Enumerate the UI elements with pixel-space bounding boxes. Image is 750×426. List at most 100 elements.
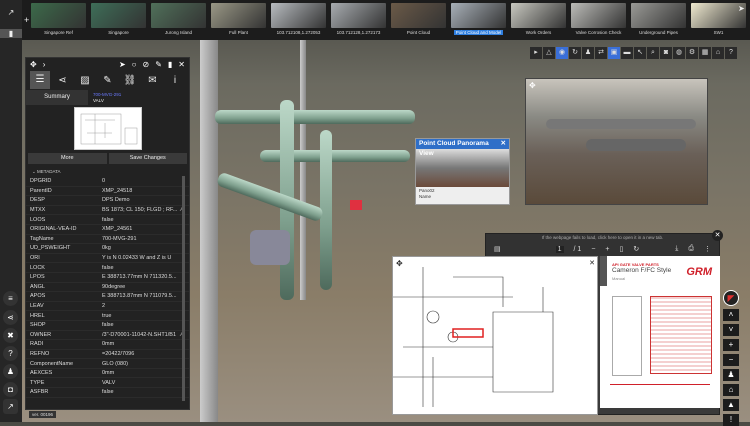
pdf-hint-link[interactable]: If the webpage fails to load, click here… [486,235,719,240]
valve-highlight[interactable] [350,200,362,210]
pointcloud-icon[interactable]: ◉ [556,47,568,59]
external-link-icon[interactable]: ↗ [0,8,22,17]
metadata-key: ASFBR [30,389,49,396]
saved-view-thumbnail[interactable]: 103.712108,1.272053 [270,3,327,37]
tag-link[interactable]: 700-MVG-291 [93,92,121,98]
save-changes-button[interactable]: Save Changes [108,153,187,164]
measure-icon[interactable]: △ [543,47,555,59]
terrain-icon[interactable]: ▲ [723,399,739,411]
swap-icon[interactable]: ⇄ [595,47,607,59]
pdf-page: API GATE VALVE PARTS Cameron F/FC Style … [600,256,720,408]
metadata-value: true [102,312,112,319]
saved-view-thumbnail[interactable]: Underground Pipes [630,3,687,37]
saved-view-thumbnail[interactable]: Point Cloud [390,3,447,37]
pencil-icon[interactable]: ✎ [155,60,162,69]
rotate-icon[interactable]: ↻ [633,245,639,253]
close-icon[interactable]: ✕ [501,139,506,149]
sidebar-toggle-icon[interactable]: ▤ [494,245,501,253]
building-icon[interactable]: ⌂ [723,384,739,396]
zoom-icon[interactable]: ⌕ [647,47,659,59]
ruler-icon[interactable]: ▬ [621,47,633,59]
document-thumbnail[interactable] [73,107,142,150]
hide-icon[interactable]: ⊘ [142,60,149,69]
pointer-icon[interactable]: ↖ [634,47,646,59]
metadata-value: =20422/7096 [102,350,135,357]
metadata-header[interactable]: ⌄ METADATA [26,167,189,177]
tab-list-icon[interactable]: ☰ [30,71,50,89]
share-icon[interactable]: ⋖ [3,310,18,325]
tab-share-icon[interactable]: ⋖ [53,75,73,86]
compass-icon[interactable]: ◤ [723,290,739,306]
walk-icon[interactable]: ♟ [723,369,739,381]
edit-icon[interactable]: ↗ [3,399,18,414]
metadata-key: RADI [30,341,44,348]
navigate-icon[interactable]: ➤ [738,4,745,13]
menu-icon[interactable]: ≡ [3,291,18,306]
metadata-key: TYPE [30,379,45,386]
help-icon[interactable]: ? [725,47,737,59]
saved-view-thumbnail[interactable]: Valve Corrosion Check [570,3,627,37]
page-input[interactable]: 1 [555,246,564,253]
chevron-up-icon[interactable]: ˄ [723,309,739,321]
tab-info-icon[interactable]: i [165,75,185,86]
chevron-right-icon[interactable]: › [43,60,46,69]
help-circle-icon[interactable]: ? [3,346,18,361]
tag-type: VALV [93,97,104,103]
saved-view-thumbnail[interactable]: Full Plant [210,3,267,37]
tab-attach-icon[interactable]: ✎ [98,75,118,86]
clip-icon[interactable]: ▣ [608,47,620,59]
zoom-in-icon[interactable]: + [723,339,739,351]
move-icon[interactable]: ✥ [30,60,37,69]
globe-icon[interactable]: ◍ [673,47,685,59]
download-icon[interactable]: ⤓ [675,245,678,253]
send-icon[interactable]: ➤ [119,60,126,69]
person-icon[interactable]: ♟ [582,47,594,59]
move-icon[interactable]: ✥ [396,259,403,268]
saved-view-thumbnail[interactable]: Point Cloud and Model [450,3,507,37]
trash-icon[interactable]: ▮ [168,60,172,69]
metadata-row: ASFBR false [26,388,189,398]
chevron-down-icon[interactable]: ˅ [723,324,739,336]
more-button[interactable]: More [28,153,107,164]
saved-view-thumbnail[interactable]: Singapore [90,3,147,37]
close-icon[interactable]: ✕ [712,230,723,241]
thumbnail-label: Singapore [108,30,129,35]
pid-drawing[interactable]: ✥ ✕ [392,256,598,415]
tools-icon[interactable]: ✖ [3,328,18,343]
home-icon[interactable]: ⌂ [712,47,724,59]
summary-tab[interactable]: Summary [26,90,88,105]
tab-link-icon[interactable]: ⛓ [120,75,140,86]
circle-icon[interactable]: ○ [132,60,137,69]
saved-view-thumbnail[interactable]: 103.712128,1.272173 [330,3,387,37]
photo-viewer[interactable]: ✥ [525,78,708,205]
close-icon[interactable]: ✕ [178,60,185,69]
gear-icon[interactable]: ⚙ [686,47,698,59]
version-label: ver. 00196 [29,411,57,418]
move-icon[interactable]: ✥ [529,81,536,90]
saved-view-thumbnail[interactable]: Work Orders [510,3,567,37]
zoom-out-icon[interactable]: − [591,246,595,253]
zoom-out-icon[interactable]: − [723,354,739,366]
more-icon[interactable]: ⋮ [704,245,711,253]
zoom-in-icon[interactable]: + [605,246,609,253]
rotate-icon[interactable]: ↻ [569,47,581,59]
camera-icon[interactable]: ◙ [660,47,672,59]
tab-image-icon[interactable]: ▨ [75,75,95,86]
add-view-icon[interactable]: + [24,15,29,25]
expand-icon[interactable]: ▸ [530,47,542,59]
bookmark-icon[interactable]: ▮ [0,29,22,38]
print-icon[interactable]: ⎙ [688,245,694,253]
saved-view-thumbnail[interactable]: Singapore Ref [30,3,87,37]
saved-view-thumbnail[interactable]: Jurong Island [150,3,207,37]
tab-comments-icon[interactable]: ✉ [143,75,163,86]
profile-icon[interactable]: ◘ [3,382,18,397]
fit-icon[interactable]: ▯ [620,245,624,253]
info-icon[interactable]: ! [723,414,739,426]
metadata-value: 700-MVG-291 [102,235,137,242]
grid-icon[interactable]: ▦ [699,47,711,59]
close-icon[interactable]: ✕ [589,259,595,267]
scrollbar[interactable] [182,176,185,401]
metadata-row: OWNER/3"-D70001-11042-N.SHT1/B1↗ [26,331,189,341]
user-icon[interactable]: ♟ [3,364,18,379]
thumbnail-image [31,3,86,28]
